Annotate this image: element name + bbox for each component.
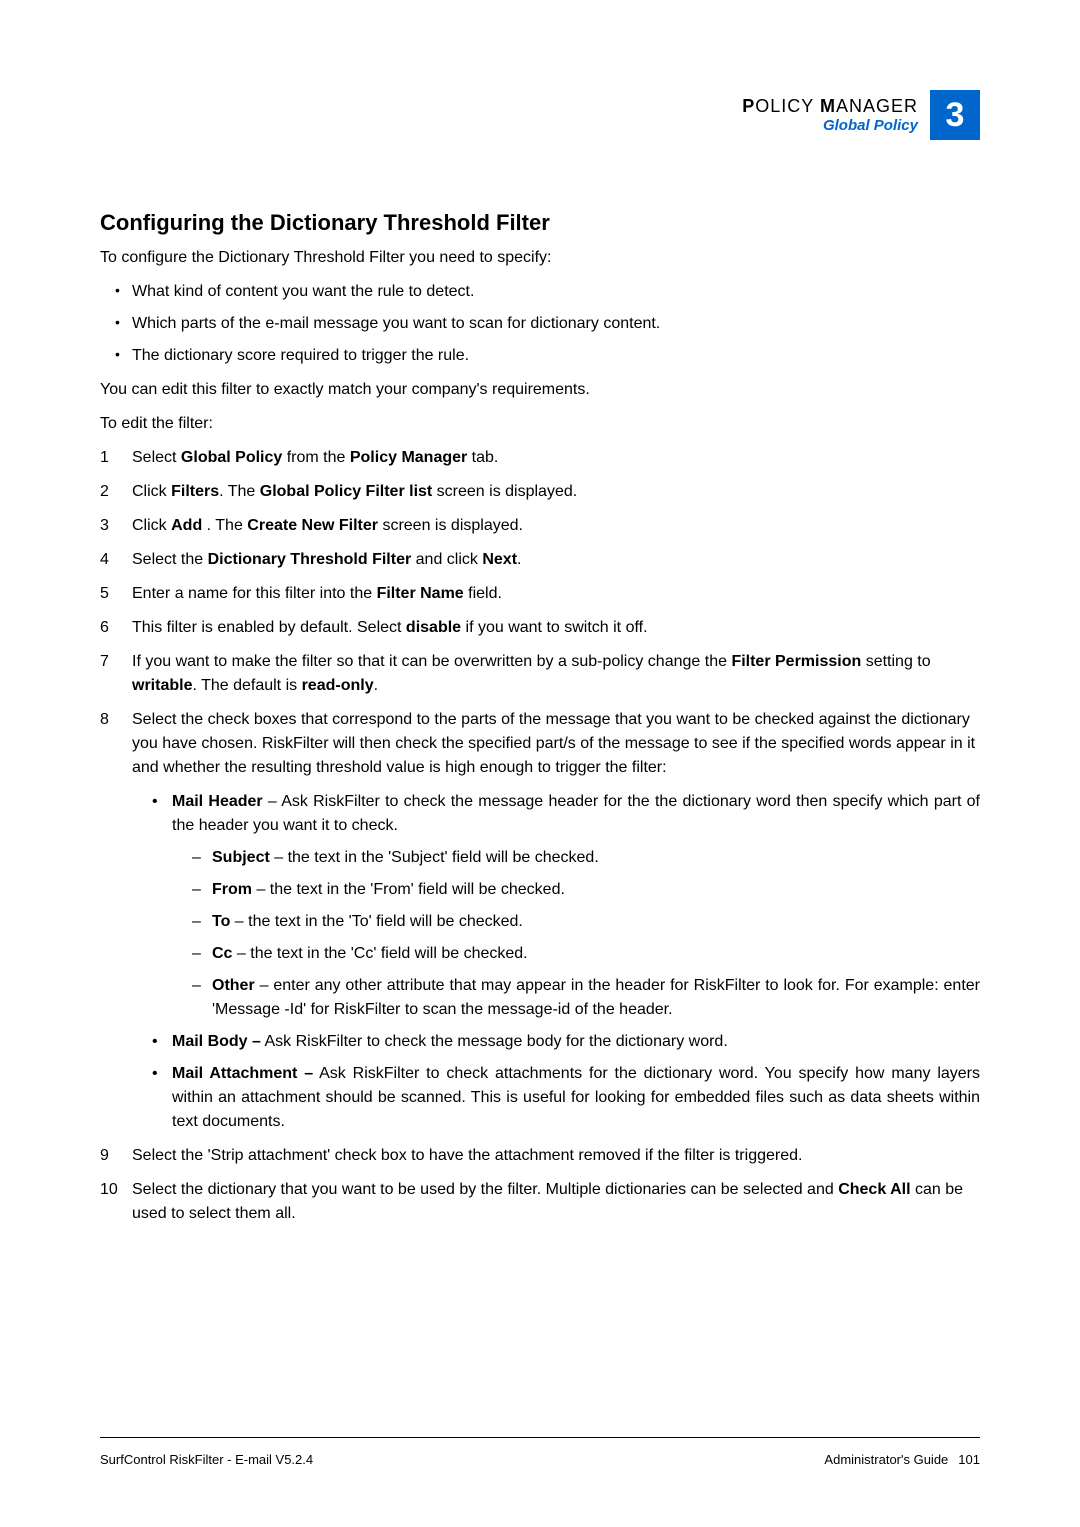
footer-left: SurfControl RiskFilter - E-mail V5.2.4 (100, 1452, 313, 1467)
step-item: This filter is enabled by default. Selec… (100, 616, 980, 640)
step-item: Enter a name for this filter into the Fi… (100, 582, 980, 606)
list-item: Mail Header – Ask RiskFilter to check th… (132, 790, 980, 1022)
list-item: Cc – the text in the 'Cc' field will be … (172, 942, 980, 966)
list-item: Which parts of the e-mail message you wa… (100, 312, 980, 336)
list-item: The dictionary score required to trigger… (100, 344, 980, 368)
header-subtitle: Global Policy (742, 117, 918, 134)
page-header: POLICY MANAGER Global Policy 3 (100, 90, 980, 140)
list-item: Mail Body – Ask RiskFilter to check the … (132, 1030, 980, 1054)
steps-list: Select Global Policy from the Policy Man… (100, 446, 980, 1226)
step-item: Select Global Policy from the Policy Man… (100, 446, 980, 470)
list-item: Other – enter any other attribute that m… (172, 974, 980, 1022)
intro-bullet-list: What kind of content you want the rule t… (100, 280, 980, 368)
list-item: From – the text in the 'From' field will… (172, 878, 980, 902)
body-text: To edit the filter: (100, 412, 980, 436)
list-item: What kind of content you want the rule t… (100, 280, 980, 304)
sub-bullet-list: Mail Header – Ask RiskFilter to check th… (132, 790, 980, 1134)
page-footer: SurfControl RiskFilter - E-mail V5.2.4 A… (100, 1437, 980, 1467)
chapter-number-box: 3 (930, 90, 980, 140)
step-item: Select the check boxes that correspond t… (100, 708, 980, 1134)
footer-right-label: Administrator's Guide (824, 1452, 948, 1467)
body-text: You can edit this filter to exactly matc… (100, 378, 980, 402)
step-item: Click Add . The Create New Filter screen… (100, 514, 980, 538)
header-title: POLICY MANAGER (742, 96, 918, 117)
list-item: Mail Attachment – Ask RiskFilter to chec… (132, 1062, 980, 1134)
step-item: Select the 'Strip attachment' check box … (100, 1144, 980, 1168)
dash-list: Subject – the text in the 'Subject' fiel… (172, 846, 980, 1022)
step-item: Select the Dictionary Threshold Filter a… (100, 548, 980, 572)
intro-text: To configure the Dictionary Threshold Fi… (100, 246, 980, 270)
page-number: 101 (958, 1452, 980, 1467)
list-item: To – the text in the 'To' field will be … (172, 910, 980, 934)
step-item: If you want to make the filter so that i… (100, 650, 980, 698)
step-item: Click Filters. The Global Policy Filter … (100, 480, 980, 504)
list-item: Subject – the text in the 'Subject' fiel… (172, 846, 980, 870)
step-item: Select the dictionary that you want to b… (100, 1178, 980, 1226)
section-title: Configuring the Dictionary Threshold Fil… (100, 210, 980, 236)
